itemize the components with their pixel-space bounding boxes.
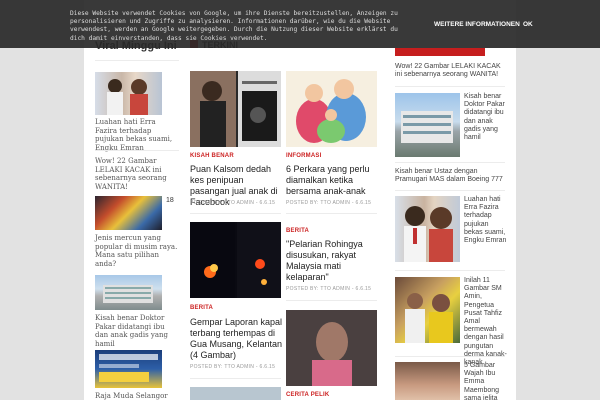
post-title[interactable]: Gempar Laporan kapal terbang terhempas d… xyxy=(190,317,284,361)
sidebar-caption-4[interactable]: Kisah benar Doktor Pakar didatangi ibu d… xyxy=(95,314,179,348)
list-number: 18 xyxy=(166,197,174,204)
post-category[interactable]: INFORMASI xyxy=(286,153,321,159)
thumb-raja-muda[interactable] xyxy=(95,350,162,388)
divider xyxy=(286,213,377,214)
photo-image xyxy=(190,71,281,147)
divider xyxy=(395,190,505,191)
cookie-banner: Diese Website verwendet Cookies von Goog… xyxy=(0,0,600,48)
cookie-banner-text: Diese Website verwendet Cookies von Goog… xyxy=(70,10,398,42)
post-category[interactable]: BERITA xyxy=(190,305,213,311)
post-category[interactable]: CERITA PELIK xyxy=(286,392,329,398)
post-image-5[interactable] xyxy=(190,387,281,400)
divider xyxy=(395,162,505,163)
post-title[interactable]: "Pelarian Rohingya disusukan, rakyat Mal… xyxy=(286,239,378,283)
thumb-fireworks[interactable] xyxy=(95,196,162,230)
divider xyxy=(190,213,281,214)
post-image-3[interactable] xyxy=(190,222,281,298)
thumb-erra-fazira[interactable] xyxy=(95,72,162,115)
building-image xyxy=(401,111,453,143)
sidebar-header-bar xyxy=(395,48,485,56)
illustration-image xyxy=(296,79,366,143)
right-sidebar-caption-2[interactable]: Kisah benar Doktor Pakar didatangi ibu d… xyxy=(464,93,509,142)
divider xyxy=(286,300,377,301)
thumb-hospital[interactable] xyxy=(95,275,162,310)
post-image-4[interactable] xyxy=(286,310,377,386)
thumb-sm-amin[interactable] xyxy=(395,277,460,343)
post-meta: POSTED BY: TTO ADMIN - 6.6.15 xyxy=(190,200,276,206)
right-sidebar-caption-1[interactable]: Wow! 22 Gambar LELAKI KACAK ini sebenarn… xyxy=(395,63,505,79)
divider xyxy=(95,60,179,61)
portrait-image xyxy=(107,79,148,115)
sidebar-caption-2[interactable]: Wow! 22 Gambar LELAKI KACAK ini sebenarn… xyxy=(95,157,179,191)
post-meta: POSTED BY: TTO ADMIN - 6.6.15 xyxy=(286,286,372,292)
poster-image xyxy=(99,354,158,382)
divider xyxy=(395,86,505,87)
right-sidebar-caption-4[interactable]: Luahan hati Erra Fazira terhadap pujukan… xyxy=(464,196,509,245)
sidebar-caption-5[interactable]: Raja Muda Selangor xyxy=(95,392,179,400)
portrait-image xyxy=(286,310,377,386)
night-fire-image xyxy=(190,222,281,298)
thumb-erra-fazira-right[interactable] xyxy=(395,196,460,262)
sidebar-caption-3[interactable]: Jenis mercun yang popular di musim raya.… xyxy=(95,234,179,268)
photo-image xyxy=(405,293,453,343)
portrait-image xyxy=(404,206,453,262)
thumb-emma-maembong[interactable] xyxy=(395,362,460,400)
post-image-1[interactable] xyxy=(190,71,281,147)
divider xyxy=(95,150,179,151)
ok-button[interactable]: OK xyxy=(523,21,533,28)
post-category[interactable]: KISAH BENAR xyxy=(190,153,234,159)
right-sidebar-caption-5[interactable]: Inilah 11 Gambar SM Amin, Pengetua Pusat… xyxy=(464,277,509,367)
post-meta: POSTED BY: TTO ADMIN - 6.6.15 xyxy=(190,364,276,370)
divider xyxy=(395,356,505,357)
more-info-button[interactable]: WEITERE INFORMATIONEN xyxy=(434,21,520,28)
right-sidebar-caption-6[interactable]: 5 Gambar Wajah Ibu Emma Maembong sama je… xyxy=(464,362,509,400)
sidebar-caption-1[interactable]: Luahan hati Erra Fazira terhadap pujukan… xyxy=(95,118,179,152)
post-meta: POSTED BY: TTO ADMIN - 6.6.15 xyxy=(286,200,372,206)
divider xyxy=(190,378,281,379)
building-image xyxy=(103,285,153,303)
thumb-hospital-right[interactable] xyxy=(395,93,460,157)
post-title[interactable]: 6 Perkara yang perlu diamalkan ketika be… xyxy=(286,164,378,197)
post-image-2[interactable] xyxy=(286,71,377,147)
divider xyxy=(395,270,505,271)
right-sidebar-caption-3[interactable]: Kisah benar Ustaz dengan Pramugari MAS d… xyxy=(395,168,507,184)
post-category[interactable]: BERITA xyxy=(286,228,309,234)
